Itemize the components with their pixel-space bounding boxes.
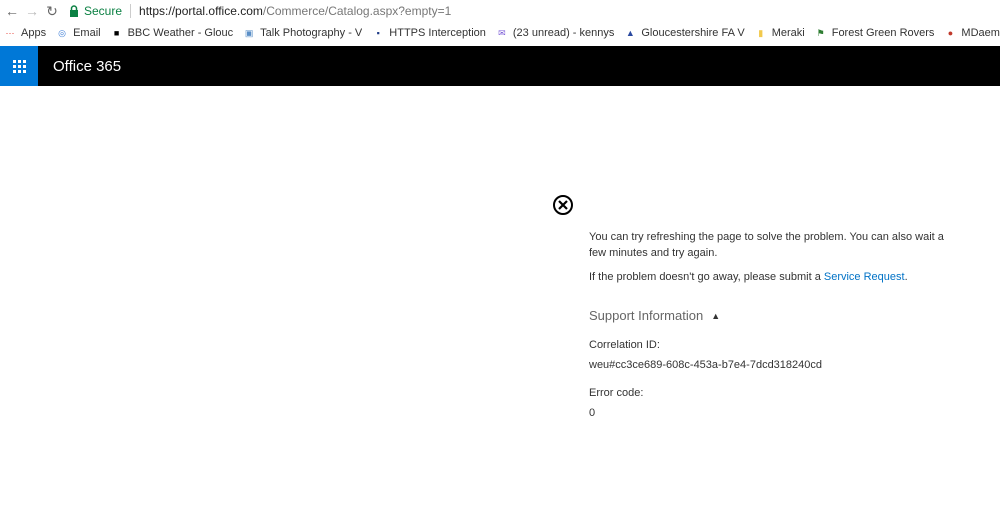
bookmark-item[interactable]: ▲ Gloucestershire FA V [624, 27, 745, 39]
forward-arrow-icon[interactable]: → [24, 3, 40, 19]
service-request-link[interactable]: Service Request [824, 271, 905, 283]
bookmark-label: HTTPS Interception [389, 27, 486, 39]
bookmark-item[interactable]: ✉ (23 unread) - kennys [496, 27, 615, 39]
chevron-up-icon: ▲ [711, 310, 721, 321]
address-bar: ← → ↻ Secure https://portal.office.com/C… [0, 0, 1000, 22]
waffle-icon [12, 59, 26, 73]
bookmark-item[interactable]: ● MDaemon Administ [944, 27, 1000, 39]
mdaemon-icon: ● [947, 28, 954, 38]
url-path: /Commerce/Catalog.aspx?empty=1 [262, 4, 452, 18]
globe-icon: ◎ [58, 27, 66, 38]
bookmark-item[interactable]: ◎ Email [56, 27, 101, 39]
bookmark-label: Apps [21, 27, 47, 39]
error-code-label: Error code: [589, 387, 644, 399]
error-message: You can try refreshing the page to solve… [589, 231, 944, 259]
bookmark-item[interactable]: ▮ Meraki [755, 27, 805, 39]
bbc-icon: ■ [113, 28, 120, 38]
bookmark-item[interactable]: ⋯ Apps [4, 27, 47, 39]
camera-icon: ▣ [244, 27, 254, 38]
correlation-value: weu#cc3ce689-608c-453a-b7e4-7dcd318240cd [589, 359, 823, 371]
bookmark-label: Forest Green Rovers [831, 27, 935, 39]
support-heading: Support Information [589, 308, 704, 323]
bookmark-label: BBC Weather - Glouc [127, 27, 234, 39]
lock-icon [68, 5, 80, 17]
bookmark-label: Email [73, 27, 101, 39]
error-code-value: 0 [589, 407, 596, 419]
bookmark-item[interactable]: ▣ Talk Photography - V [243, 27, 362, 39]
suite-title[interactable]: Office 365 [53, 58, 121, 75]
url-host: https://portal.office.com [139, 4, 263, 18]
bookmark-label: (23 unread) - kennys [512, 27, 615, 39]
app-launcher-button[interactable] [0, 46, 38, 86]
flag-icon: ⚑ [816, 27, 825, 38]
url-field[interactable]: https://portal.office.com/Commerce/Catal… [139, 4, 451, 18]
suite-bar: Office 365 [0, 46, 1000, 86]
support-info-toggle[interactable]: Support Information ▲ [589, 308, 949, 323]
mail-icon: ✉ [498, 27, 506, 38]
bookmark-site-icon: ▪ [376, 28, 380, 38]
correlation-label: Correlation ID: [589, 339, 660, 351]
bookmark-label: Talk Photography - V [260, 27, 363, 39]
crest-icon: ▲ [625, 28, 635, 38]
apps-grid-icon: ⋯ [5, 27, 15, 38]
reload-icon[interactable]: ↻ [44, 3, 60, 19]
address-divider [130, 4, 132, 18]
bookmark-label: MDaemon Administ [961, 27, 1000, 39]
followup-prefix: If the problem doesn't go away, please s… [589, 271, 824, 283]
secure-label: Secure [84, 4, 123, 18]
bookmark-label: Gloucestershire FA V [641, 27, 745, 39]
error-followup: If the problem doesn't go away, please s… [589, 269, 949, 285]
bookmark-item[interactable]: ▪ HTTPS Interception [372, 27, 486, 39]
back-arrow-icon[interactable]: ← [4, 3, 20, 19]
followup-suffix: . [904, 271, 908, 283]
bookmarks-bar: ⋯ Apps ◎ Email ■ BBC Weather - Glouc ▣ Talk Pho… [0, 22, 1000, 44]
bookmark-item[interactable]: ⚑ Forest Green Rovers [815, 27, 935, 39]
bookmark-item[interactable]: ■ BBC Weather - Glouc [111, 27, 234, 39]
folder-icon: ▮ [758, 27, 764, 38]
error-icon [553, 195, 573, 215]
error-content: You can try refreshing the page to solve… [589, 229, 949, 419]
bookmark-label: Meraki [771, 27, 805, 39]
